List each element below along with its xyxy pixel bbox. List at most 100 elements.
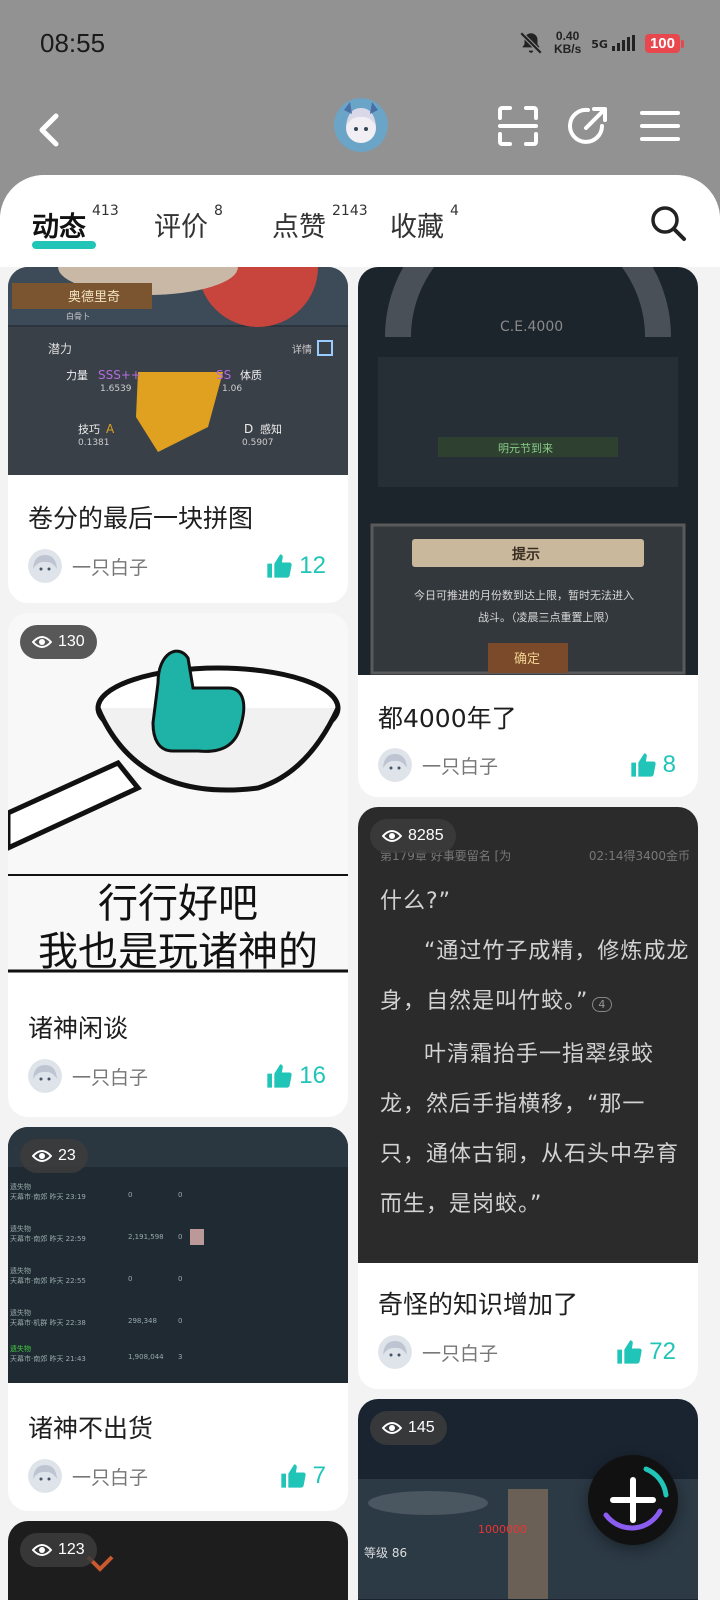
- status-icons: 0.40 KB/s 5G 100: [518, 29, 685, 56]
- menu-icon[interactable]: [638, 104, 682, 148]
- share-icon[interactable]: [566, 104, 610, 148]
- post-image: 第179章 好事要留名 [为 02:14得3400金币 什么?” “通过竹子成精…: [358, 807, 698, 1263]
- tab-count: 8: [214, 203, 223, 219]
- tab-likes[interactable]: 点赞 2143: [272, 203, 368, 244]
- svg-text:明元节到来: 明元节到来: [498, 442, 553, 455]
- like-count: 12: [299, 552, 326, 579]
- view-count-badge: 23: [20, 1139, 88, 1173]
- author-name: 一只白子: [72, 1066, 149, 1089]
- content-sheet: 动态 413 评价 8 点赞 2143 收藏 4 奥德里奇 白骨卜 潜力 详情 …: [0, 175, 720, 1600]
- svg-text:体质: 体质: [240, 368, 262, 382]
- svg-text:遗失物: 遗失物: [10, 1266, 31, 1275]
- like-button[interactable]: 12: [265, 552, 326, 580]
- scan-icon[interactable]: [496, 104, 540, 148]
- post-image: C.E.4000 明元节到来 提示 今日可推进的月份数到达上限，暂时无法进入 战…: [358, 267, 698, 675]
- like-count: 72: [649, 1338, 676, 1365]
- tab-count: 413: [92, 203, 119, 219]
- svg-text:遗失物: 遗失物: [10, 1344, 31, 1353]
- svg-text:A: A: [106, 422, 115, 436]
- like-button[interactable]: 8: [629, 751, 676, 779]
- status-bar: 08:55 0.40 KB/s 5G 100: [0, 0, 720, 90]
- post-feed: 奥德里奇 白骨卜 潜力 详情 力量 SSS++ 1.6539 SS 体质 1.0…: [0, 267, 720, 1600]
- svg-text:天幕市·南郊 昨天 22:59: 天幕市·南郊 昨天 22:59: [10, 1234, 86, 1243]
- like-button[interactable]: 72: [615, 1338, 676, 1366]
- svg-text:0.1381: 0.1381: [78, 438, 110, 448]
- svg-text:0: 0: [178, 1275, 182, 1283]
- author-name: 一只白子: [422, 1342, 499, 1365]
- eye-icon: [382, 830, 402, 842]
- svg-text:2,191,598: 2,191,598: [128, 1233, 164, 1241]
- thumb-up-icon: [267, 554, 292, 578]
- profile-avatar[interactable]: [334, 98, 388, 152]
- svg-text:行行好吧: 行行好吧: [98, 881, 258, 927]
- svg-text:遗失物: 遗失物: [10, 1182, 31, 1191]
- svg-text:我也是玩诸神的: 我也是玩诸神的: [38, 929, 318, 973]
- like-count: 7: [312, 1462, 326, 1489]
- post-title: 都4000年了: [378, 704, 517, 733]
- svg-text:0: 0: [178, 1317, 182, 1325]
- like-count: 16: [299, 1062, 326, 1089]
- post-image: 奥德里奇 白骨卜 潜力 详情 力量 SSS++ 1.6539 SS 体质 1.0…: [8, 267, 348, 475]
- post-card[interactable]: 奥德里奇 白骨卜 潜力 详情 力量 SSS++ 1.6539 SS 体质 1.0…: [8, 267, 348, 603]
- tab-favorites[interactable]: 收藏 4: [390, 203, 459, 244]
- like-button[interactable]: 7: [279, 1462, 326, 1490]
- search-icon[interactable]: [648, 203, 688, 243]
- tab-reviews[interactable]: 评价 8: [154, 203, 223, 244]
- svg-text:0: 0: [178, 1191, 182, 1199]
- eye-icon: [32, 636, 52, 648]
- author-avatar: [28, 1459, 62, 1493]
- post-card[interactable]: 第179章 好事要留名 [为 02:14得3400金币 什么?” “通过竹子成精…: [358, 807, 698, 1389]
- post-title: 诸神不出货: [28, 1414, 154, 1443]
- author-avatar: [378, 1335, 412, 1369]
- post-card[interactable]: 遗失物 天幕市·南郊 昨天 23:19 0 0 遗失物 天幕市·南郊 昨天 22…: [8, 1127, 348, 1511]
- svg-text:潜力: 潜力: [48, 342, 72, 356]
- like-count: 8: [662, 751, 676, 778]
- post-author[interactable]: 一只白子: [28, 1459, 148, 1493]
- tab-count: 2143: [332, 203, 368, 219]
- svg-text:奥德里奇: 奥德里奇: [68, 289, 120, 305]
- post-card[interactable]: 行行好吧 我也是玩诸神的 130 诸神闲谈 一只白子 16: [8, 613, 348, 1117]
- svg-text:D: D: [244, 422, 253, 436]
- comment-bubble-icon: 4: [592, 997, 613, 1012]
- post-author[interactable]: 一只白子: [28, 549, 148, 583]
- author-name: 一只白子: [422, 755, 499, 778]
- svg-text:1.06: 1.06: [222, 384, 242, 394]
- svg-text:天幕市·南郊 昨天 22:55: 天幕市·南郊 昨天 22:55: [10, 1276, 86, 1285]
- svg-text:0: 0: [178, 1233, 182, 1241]
- thumb-up-icon: [630, 753, 656, 777]
- post-title: 诸神闲谈: [28, 1014, 129, 1043]
- battery-icon: 100: [644, 33, 685, 53]
- svg-text:1000000: 1000000: [478, 1523, 527, 1536]
- view-count-badge: 123: [20, 1533, 97, 1567]
- svg-text:遗失物: 遗失物: [10, 1308, 31, 1317]
- svg-text:确定: 确定: [514, 652, 540, 667]
- eye-icon: [32, 1544, 52, 1556]
- svg-text:今日可推进的月份数到达上限，暂时无法进入: 今日可推进的月份数到达上限，暂时无法进入: [414, 588, 634, 602]
- svg-text:SS: SS: [216, 368, 231, 382]
- author-avatar: [28, 1059, 62, 1093]
- like-button[interactable]: 16: [265, 1062, 326, 1090]
- tab-posts[interactable]: 动态 413: [32, 203, 119, 244]
- avatar-image: [378, 748, 412, 782]
- post-author[interactable]: 一只白子: [378, 1335, 498, 1369]
- post-author[interactable]: 一只白子: [28, 1059, 148, 1093]
- post-author[interactable]: 一只白子: [378, 748, 498, 782]
- svg-text:感知: 感知: [260, 422, 282, 436]
- author-name: 一只白子: [72, 556, 149, 579]
- post-card[interactable]: 123: [8, 1521, 348, 1600]
- thumb-up-icon: [267, 1064, 292, 1088]
- post-card[interactable]: C.E.4000 明元节到来 提示 今日可推进的月份数到达上限，暂时无法进入 战…: [358, 267, 698, 797]
- eye-icon: [32, 1150, 52, 1162]
- thumb-up-icon: [280, 1464, 306, 1488]
- svg-text:C.E.4000: C.E.4000: [500, 319, 563, 335]
- thumb-up-icon: [617, 1340, 642, 1364]
- avatar-image: [28, 549, 62, 583]
- plus-icon: [603, 1466, 669, 1531]
- svg-text:1.6539: 1.6539: [100, 384, 132, 394]
- view-count-badge: 145: [370, 1411, 447, 1445]
- tab-indicator: [32, 241, 96, 249]
- network-speed: 0.40 KB/s: [553, 29, 582, 56]
- create-post-button[interactable]: [588, 1455, 678, 1545]
- svg-text:等级 86: 等级 86: [364, 1546, 407, 1560]
- back-icon[interactable]: [30, 108, 70, 152]
